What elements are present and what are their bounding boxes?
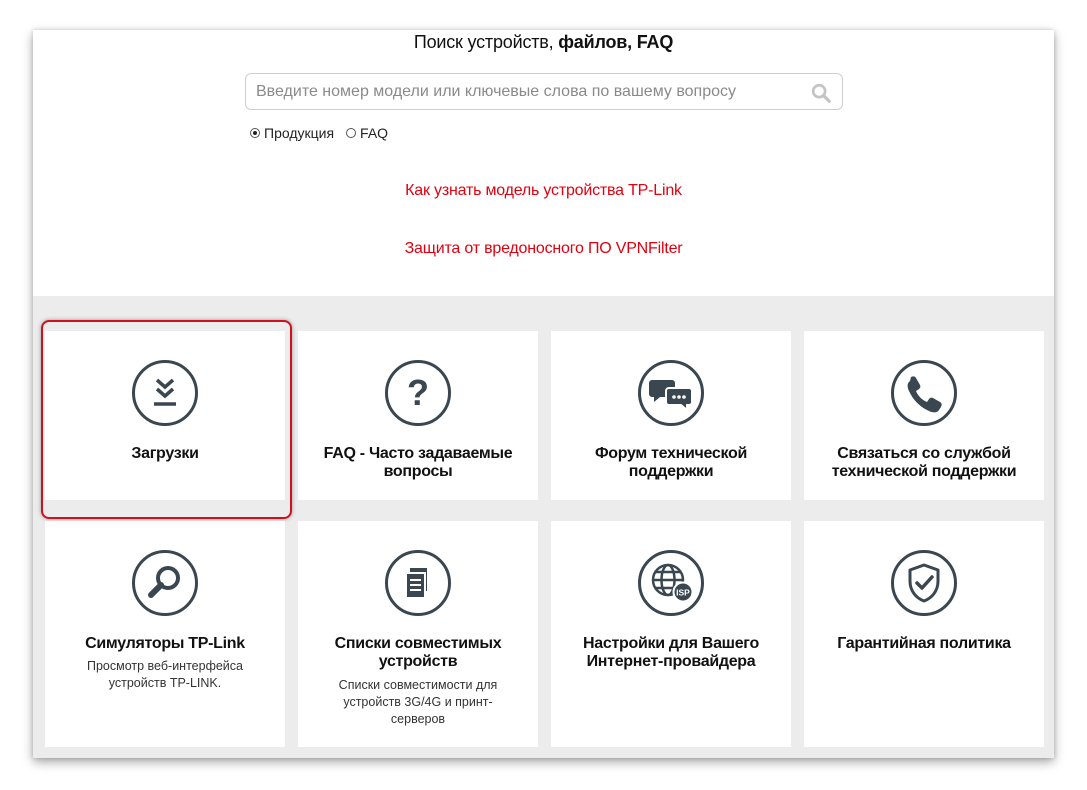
download-icon [132, 360, 198, 426]
how-to-find-model-link[interactable]: Как узнать модель устройства TP-Link [33, 182, 1054, 200]
radio-faq[interactable]: FAQ [346, 125, 388, 141]
card-warranty[interactable]: Гарантийная политика [804, 521, 1044, 747]
card-simulators[interactable]: Симуляторы TP-Link Просмотр веб-интерфей… [45, 521, 285, 747]
search-input[interactable] [256, 74, 796, 109]
card-title: Связаться со службой технической поддерж… [831, 445, 1017, 480]
search-section: Поиск устройств, файлов, FAQ Продукция F… [33, 30, 1054, 296]
card-title: Загрузки [131, 445, 199, 462]
question-icon: ? [385, 360, 451, 426]
radio-products[interactable]: Продукция [250, 125, 334, 141]
phone-icon [891, 360, 957, 426]
chat-bubbles-icon [638, 360, 704, 426]
magnifier-icon [132, 550, 198, 616]
card-title: Гарантийная политика [837, 635, 1011, 652]
shield-check-icon [891, 550, 957, 616]
card-forum[interactable]: Форум технической поддержки [551, 331, 791, 500]
vpnfilter-link[interactable]: Защита от вредоносного ПО VPNFilter [33, 240, 1054, 258]
document-list-icon [385, 550, 451, 616]
search-icon[interactable] [810, 82, 832, 104]
card-subtitle: Просмотр веб-интерфейса устройств TP-LIN… [87, 659, 243, 690]
search-box[interactable] [245, 73, 843, 110]
card-subtitle: Списки совместимости для устройств 3G/4G… [338, 678, 498, 726]
card-title: Настройки для Вашего Интернет-провайдера [583, 635, 759, 670]
card-title: Симуляторы TP-Link [85, 635, 245, 652]
svg-text:?: ? [407, 372, 429, 413]
globe-isp-icon: ISP [638, 550, 704, 616]
support-page: Поиск устройств, файлов, FAQ Продукция F… [33, 30, 1054, 758]
search-scope-radios: Продукция FAQ [250, 125, 400, 141]
search-title: Поиск устройств, файлов, FAQ [413, 32, 674, 52]
card-title: Списки совместимых устройств [334, 635, 502, 670]
radio-products-indicator[interactable] [250, 128, 260, 138]
card-faq[interactable]: ? FAQ - Часто задаваемые вопросы [298, 331, 538, 500]
card-downloads[interactable]: Загрузки [45, 331, 285, 500]
card-title: Форум технической поддержки [594, 445, 748, 480]
card-contact-support[interactable]: Связаться со службой технической поддерж… [804, 331, 1044, 500]
card-compatibility-lists[interactable]: Списки совместимых устройств Списки совм… [298, 521, 538, 747]
card-title: FAQ - Часто задаваемые вопросы [323, 445, 513, 480]
radio-products-label: Продукция [264, 125, 335, 141]
radio-faq-label: FAQ [360, 125, 389, 141]
radio-faq-indicator[interactable] [346, 128, 357, 138]
card-isp-settings[interactable]: ISP Настройки для Вашего Интернет-провай… [551, 521, 791, 747]
isp-badge-text: ISP [676, 588, 690, 598]
